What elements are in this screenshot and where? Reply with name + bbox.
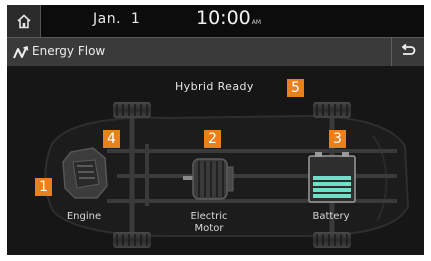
electric-motor-label: Electric Motor: [179, 211, 239, 235]
tire-front-top: [113, 102, 151, 118]
electric-motor-label-line1: Electric: [190, 211, 228, 222]
home-button[interactable]: [7, 5, 41, 37]
hybrid-status-text: Hybrid Ready: [175, 80, 254, 93]
tire-rear-bottom: [313, 232, 351, 248]
tire-rear-top: [313, 102, 351, 118]
screen: Jan. 1 10:00AM Energy Flow Hybrid Ready …: [7, 5, 424, 255]
callout-5-badge: 5: [287, 79, 304, 97]
title-bar: Energy Flow: [7, 37, 424, 67]
date-display: Jan. 1: [93, 11, 141, 27]
electric-motor-label-line2: Motor: [194, 223, 224, 234]
callout-1-badge: 1: [35, 178, 52, 196]
energy-flow-icon: [13, 45, 29, 59]
back-arrow-icon: [400, 43, 416, 62]
callout-2-badge: 2: [204, 130, 221, 148]
engine-graphic: [62, 147, 108, 199]
page-title: Energy Flow: [32, 44, 106, 58]
status-bar: Jan. 1 10:00AM: [7, 5, 424, 37]
home-icon: [16, 13, 32, 29]
back-button[interactable]: [391, 38, 424, 66]
battery-label: Battery: [312, 211, 350, 222]
energy-flow-panel: Hybrid Ready 1 2 3 4 5 Engine Electric M…: [7, 66, 424, 255]
clock-display: 10:00AM: [196, 7, 261, 29]
callout-3-badge: 3: [329, 130, 346, 148]
battery-graphic: [308, 152, 356, 203]
engine-label: Engine: [66, 211, 102, 222]
clock-time: 10:00: [196, 7, 251, 29]
callout-4-badge: 4: [103, 130, 120, 148]
tire-front-bottom: [113, 232, 151, 248]
clock-ampm: AM: [251, 19, 262, 26]
